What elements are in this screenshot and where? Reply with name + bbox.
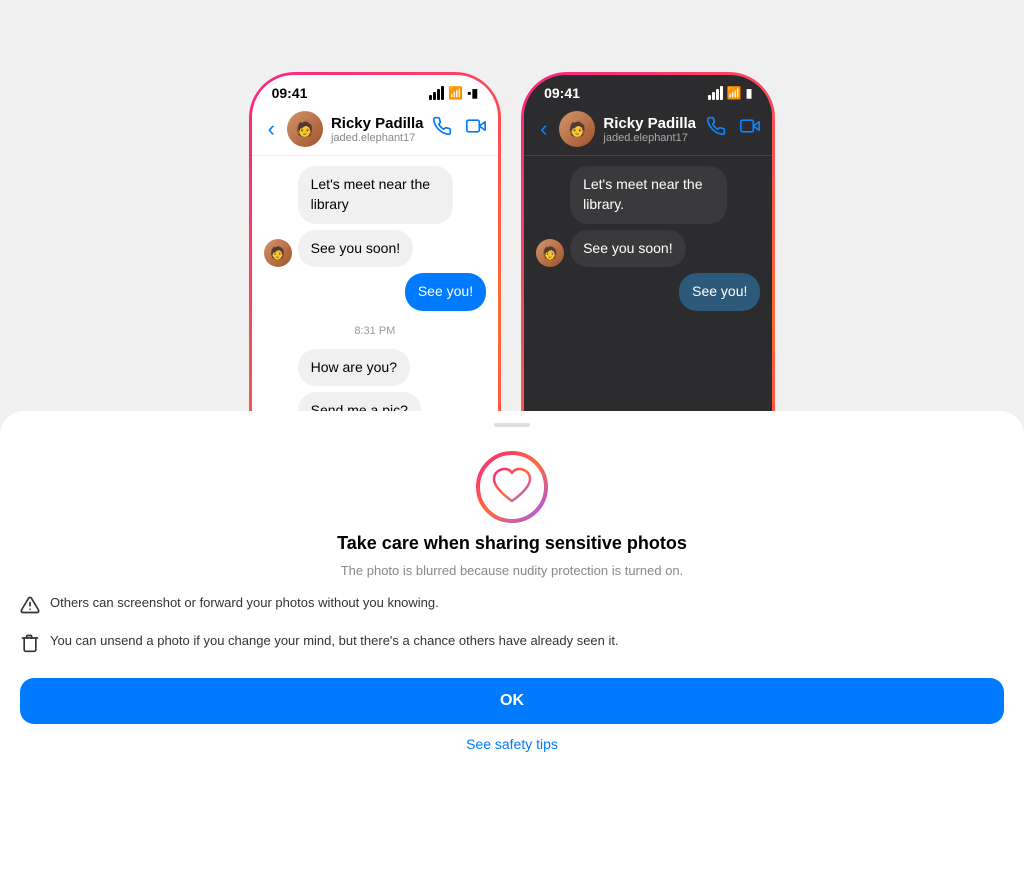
message-row: How are you? bbox=[264, 349, 486, 387]
chat-header-left: ‹ 🧑 Ricky Padilla jaded.elephant17 bbox=[252, 105, 498, 156]
back-button-left[interactable]: ‹ bbox=[264, 116, 279, 142]
battery-icon-right: ▮ bbox=[746, 86, 753, 100]
message-row: Let's meet near the library bbox=[264, 166, 486, 223]
message-bubble: Let's meet near the library bbox=[298, 166, 454, 223]
modal-sheet: Take care when sharing sensitive photos … bbox=[524, 411, 772, 816]
header-actions-left bbox=[432, 116, 486, 142]
modal-title: Take care when sharing sensitive photos bbox=[524, 532, 687, 555]
status-bar-right: 09:41 📶 ▮ bbox=[524, 75, 772, 105]
back-button-right[interactable]: ‹ bbox=[536, 116, 551, 142]
header-actions-right bbox=[706, 116, 760, 142]
message-row: 🧑 See you soon! bbox=[264, 230, 486, 268]
contact-username-left: jaded.elephant17 bbox=[331, 132, 424, 144]
avatar-small-left: 🧑 bbox=[264, 239, 292, 267]
contact-info-right: Ricky Padilla jaded.elephant17 bbox=[603, 115, 698, 144]
contact-username-right: jaded.elephant17 bbox=[603, 132, 698, 144]
modal-ok-button[interactable]: OK bbox=[524, 678, 772, 724]
contact-name-right: Ricky Padilla bbox=[603, 115, 698, 132]
message-bubble-right: Let's meet near the library. bbox=[570, 166, 727, 223]
message-row: See you! bbox=[264, 273, 486, 311]
chat-header-right: ‹ 🧑 Ricky Padilla jaded.elephant17 bbox=[524, 105, 772, 156]
phone-button-right[interactable] bbox=[706, 116, 726, 142]
message-bubble: See you! bbox=[405, 273, 486, 311]
heart-icon-ring bbox=[524, 447, 552, 532]
battery-icon: ▪▮ bbox=[467, 86, 478, 100]
time-left: 09:41 bbox=[272, 85, 308, 101]
phone-button-left[interactable] bbox=[432, 116, 452, 142]
wifi-icon: 📶 bbox=[448, 86, 463, 100]
video-button-left[interactable] bbox=[466, 116, 486, 142]
contact-info-left: Ricky Padilla jaded.elephant17 bbox=[331, 115, 424, 144]
messages-area-right: Let's meet near the library. 🧑 See you s… bbox=[524, 156, 772, 336]
message-bubble-right-2: See you soon! bbox=[570, 230, 686, 268]
message-bubble: How are you? bbox=[298, 349, 410, 387]
message-bubble: See you soon! bbox=[298, 230, 414, 268]
modal-warning-text-2: You can unsend a photo if you change you… bbox=[524, 632, 619, 650]
modal-warnings: Others can screenshot or forward your ph… bbox=[524, 594, 772, 658]
modal-safety-link[interactable]: See safety tips bbox=[524, 736, 558, 752]
status-bar-left: 09:41 📶 ▪▮ bbox=[252, 75, 498, 105]
message-row-right: Let's meet near the library. bbox=[536, 166, 760, 223]
message-row-right-2: 🧑 See you soon! bbox=[536, 230, 760, 268]
contact-avatar-left: 🧑 bbox=[287, 111, 323, 147]
status-icons-right: 📶 ▮ bbox=[708, 86, 753, 100]
message-row-right-sent: See you! bbox=[536, 273, 760, 311]
modal-subtitle: The photo is blurred because nudity prot… bbox=[524, 563, 683, 578]
modal-handle bbox=[524, 423, 530, 427]
signal-icon-right bbox=[708, 86, 723, 100]
status-icons-left: 📶 ▪▮ bbox=[429, 86, 478, 100]
modal-warning-1: Others can screenshot or forward your ph… bbox=[524, 594, 772, 620]
video-button-right[interactable] bbox=[740, 116, 760, 142]
right-phone-frame: 09:41 📶 ▮ ‹ 🧑 Ricky Padilla bbox=[521, 72, 775, 818]
avatar-small-right: 🧑 bbox=[536, 239, 564, 267]
contact-name-left: Ricky Padilla bbox=[331, 115, 424, 132]
wifi-icon-right: 📶 bbox=[727, 86, 742, 100]
signal-icon bbox=[429, 86, 444, 100]
right-phone-screen: 09:41 📶 ▮ ‹ 🧑 Ricky Padilla bbox=[524, 75, 772, 815]
modal-warning-2: You can unsend a photo if you change you… bbox=[524, 632, 772, 658]
contact-avatar-right: 🧑 bbox=[559, 111, 595, 147]
time-right: 09:41 bbox=[544, 85, 580, 101]
timestamp-label: 8:31 PM bbox=[264, 325, 486, 337]
message-bubble-right-sent: See you! bbox=[679, 273, 760, 311]
